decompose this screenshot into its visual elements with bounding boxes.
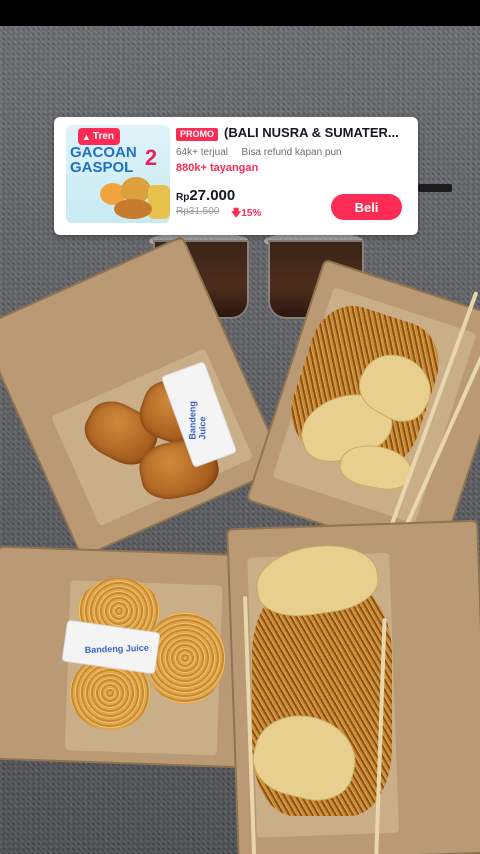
price: Rp27.000 bbox=[176, 187, 235, 205]
thumbnail-food-image bbox=[114, 199, 152, 219]
discount: 🡇15% bbox=[231, 208, 262, 219]
arrow-down-icon: 🡇 bbox=[231, 208, 242, 219]
fried-cracker bbox=[145, 612, 225, 704]
thumbnail-title: GACOAN GASPOL bbox=[70, 144, 137, 176]
sales-info: 64k+ terjual Bisa refund kapan pun bbox=[176, 147, 342, 158]
original-price: Rp31.500 bbox=[176, 206, 220, 217]
card-edge-tab bbox=[418, 184, 452, 192]
thumbnail-drink-image bbox=[148, 185, 170, 219]
product-thumbnail[interactable]: ▲ Tren GACOAN GASPOL 2 bbox=[66, 125, 170, 223]
views-count: 880k+ tayangan bbox=[176, 162, 259, 174]
price-value: 27.000 bbox=[189, 187, 236, 204]
price-currency: Rp bbox=[176, 192, 190, 203]
sold-count: 64k+ terjual bbox=[176, 147, 228, 158]
flame-icon: ▲ bbox=[82, 131, 91, 142]
status-bar bbox=[0, 0, 480, 26]
product-card[interactable]: ▲ Tren GACOAN GASPOL 2 PROMO (BALI NUSRA… bbox=[54, 117, 418, 235]
promo-tag: PROMO bbox=[176, 128, 219, 141]
refund-note: Bisa refund kapan pun bbox=[241, 147, 342, 158]
product-title[interactable]: (BALI NUSRA & SUMATER... bbox=[224, 125, 409, 140]
trend-badge: ▲ Tren bbox=[78, 128, 121, 145]
buy-button[interactable]: Beli bbox=[331, 194, 402, 220]
thumbnail-number: 2 bbox=[144, 145, 158, 170]
